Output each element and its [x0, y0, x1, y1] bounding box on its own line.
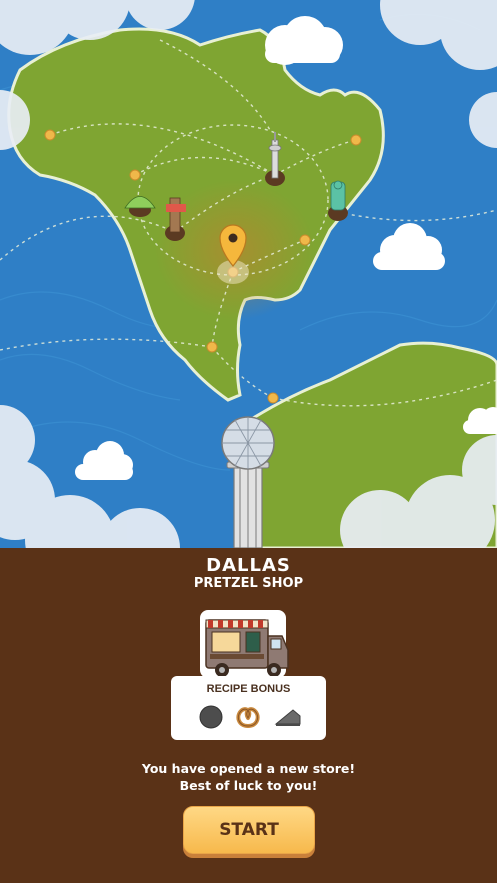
message-line-2: Best of luck to you! — [179, 778, 318, 793]
store-opened-message: You have opened a new store! Best of luc… — [0, 760, 497, 794]
world-map[interactable] — [0, 0, 497, 548]
food-truck-icon — [198, 608, 298, 682]
shop-name: PRETZEL SHOP — [193, 576, 304, 591]
message-line-1: You have opened a new store! — [141, 761, 356, 776]
start-button[interactable]: START — [183, 806, 315, 854]
map-node[interactable] — [267, 392, 279, 404]
map-node[interactable] — [44, 129, 56, 141]
map-node[interactable] — [206, 341, 218, 353]
liberty-statue-landmark[interactable] — [328, 180, 348, 221]
recipe-bonus-label: RECIPE BONUS — [206, 683, 291, 695]
map-node[interactable] — [350, 134, 362, 146]
cheese-wedge-icon — [274, 709, 301, 726]
city-name: DALLAS — [206, 555, 291, 576]
dark-ball-icon — [199, 705, 223, 729]
map-node[interactable] — [129, 169, 141, 181]
recipe-bonus-card: RECIPE BONUS — [171, 676, 326, 740]
pretzel-icon — [236, 707, 260, 728]
store-info-panel: DALLAS PRETZEL SHOP RECIPE BONUS You hav… — [0, 548, 497, 883]
map-node[interactable] — [299, 234, 311, 246]
